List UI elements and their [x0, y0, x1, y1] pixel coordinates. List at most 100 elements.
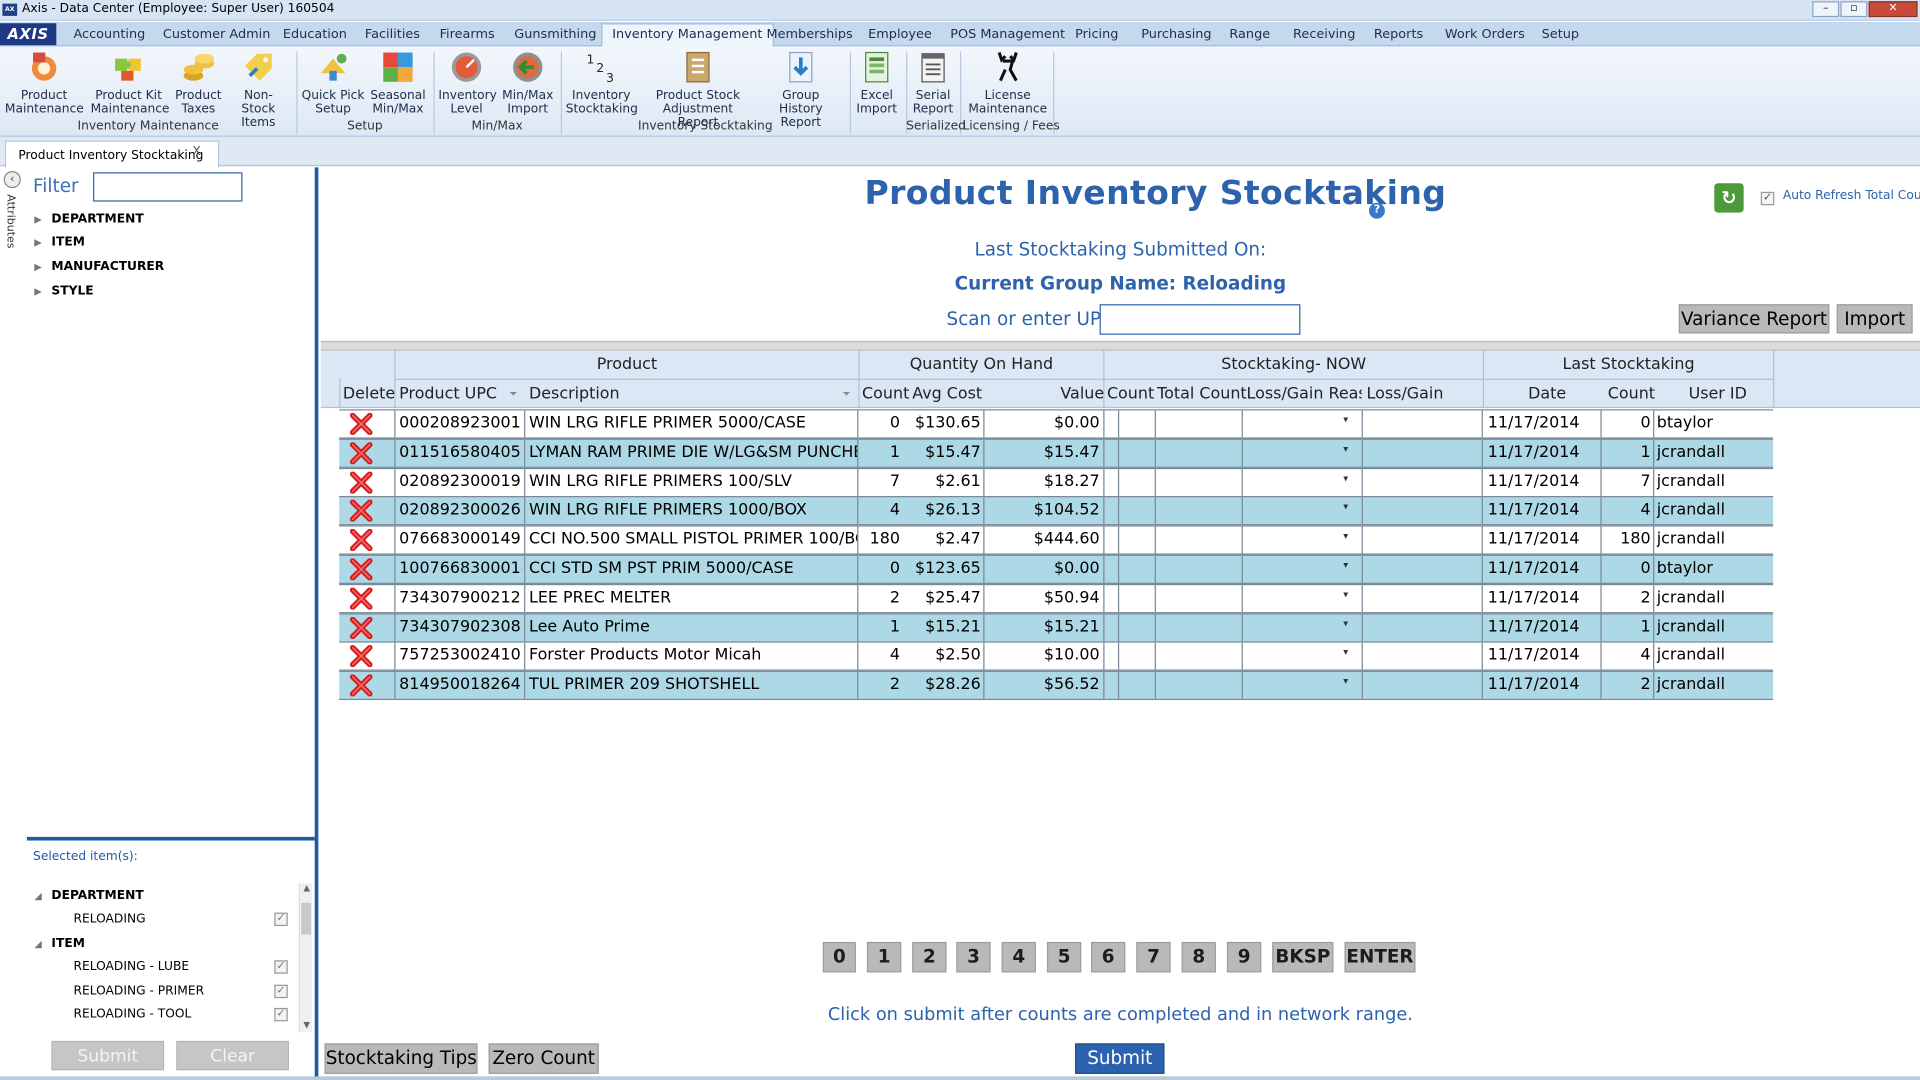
- count-input[interactable]: [1106, 414, 1153, 436]
- minimize-button[interactable]: –: [1812, 1, 1840, 18]
- menu-purchasing[interactable]: Purchasing: [1141, 27, 1211, 42]
- filter-input[interactable]: [93, 172, 243, 202]
- table-row[interactable]: 011516580405 LYMAN RAM PRIME DIE W/LG&SM …: [339, 438, 1774, 468]
- menu-memberships[interactable]: Memberships: [767, 27, 853, 42]
- count-input[interactable]: [1106, 560, 1153, 582]
- menu-reports[interactable]: Reports: [1374, 27, 1423, 42]
- quick-pick-setup-button[interactable]: Quick Pick Setup: [301, 49, 365, 116]
- clear-button[interactable]: Clear: [176, 1040, 289, 1071]
- menu-receiving[interactable]: Receiving: [1293, 27, 1355, 42]
- inventory-level-button[interactable]: Inventory Level: [438, 49, 497, 116]
- menu-firearms[interactable]: Firearms: [440, 27, 495, 42]
- col-loss-gain[interactable]: Loss/Gain: [1367, 385, 1444, 403]
- selected-group-department[interactable]: ◢ DEPARTMENT: [34, 889, 143, 902]
- reason-dropdown-icon[interactable]: ▾: [1343, 560, 1348, 571]
- key-7[interactable]: 7: [1136, 941, 1171, 973]
- col-qoh-count[interactable]: Count: [862, 385, 909, 403]
- key-enter[interactable]: ENTER: [1344, 941, 1416, 973]
- collapse-icon[interactable]: ◢: [34, 938, 51, 949]
- close-tab-icon[interactable]: X: [192, 145, 200, 158]
- minmax-import-button[interactable]: Min/Max Import: [500, 49, 556, 116]
- maximize-button[interactable]: ▫: [1840, 1, 1868, 18]
- key-4[interactable]: 4: [1001, 941, 1036, 973]
- delete-row-icon[interactable]: [349, 616, 373, 639]
- count-input[interactable]: [1106, 618, 1153, 640]
- delete-row-icon[interactable]: [349, 558, 373, 581]
- variance-report-button[interactable]: Variance Report: [1678, 304, 1830, 334]
- count-input[interactable]: [1106, 530, 1153, 552]
- seasonal-minmax-button[interactable]: Seasonal Min/Max: [370, 49, 426, 116]
- table-row[interactable]: 020892300026 WIN LRG RIFLE PRIMERS 1000/B…: [339, 496, 1774, 526]
- checkbox-reloading[interactable]: ✓: [274, 912, 288, 927]
- col-now-count[interactable]: Count: [1107, 385, 1154, 403]
- delete-row-icon[interactable]: [349, 442, 373, 465]
- import-button[interactable]: Import: [1836, 304, 1913, 334]
- key-1[interactable]: 1: [866, 941, 902, 973]
- product-stock-adjustment-report-button[interactable]: Product Stock Adjustment Report: [642, 49, 755, 130]
- filter-upc-icon[interactable]: ⏷: [509, 389, 517, 401]
- key-backspace[interactable]: BKSP: [1272, 941, 1334, 973]
- excel-import-button[interactable]: Excel Import: [855, 49, 899, 116]
- table-row[interactable]: 076683000149 CCI NO.500 SMALL PISTOL PRIM…: [339, 525, 1774, 555]
- col-description[interactable]: Description: [529, 385, 620, 403]
- group-history-report-button[interactable]: Group History Report: [759, 49, 842, 130]
- count-input[interactable]: [1106, 501, 1153, 523]
- reason-dropdown-icon[interactable]: ▾: [1343, 414, 1348, 425]
- menu-work-orders[interactable]: Work Orders: [1445, 27, 1525, 42]
- count-input[interactable]: [1106, 443, 1153, 465]
- col-last-count[interactable]: Count: [1608, 385, 1655, 403]
- col-product-upc[interactable]: Product UPC: [399, 385, 497, 403]
- left-submit-button[interactable]: Submit: [51, 1040, 165, 1071]
- col-value[interactable]: Value: [1060, 385, 1104, 403]
- collapse-icon[interactable]: ◢: [34, 891, 51, 902]
- scroll-up-icon[interactable]: ▲: [300, 883, 313, 895]
- key-9[interactable]: 9: [1226, 941, 1262, 973]
- count-input[interactable]: [1106, 589, 1153, 611]
- submit-button[interactable]: Submit: [1075, 1043, 1165, 1074]
- menu-pos-management[interactable]: POS Management: [950, 27, 1065, 42]
- menu-pricing[interactable]: Pricing: [1075, 27, 1118, 42]
- key-2[interactable]: 2: [912, 941, 947, 973]
- reason-dropdown-icon[interactable]: ▾: [1343, 676, 1348, 687]
- delete-row-icon[interactable]: [349, 500, 373, 523]
- refresh-icon[interactable]: ↻: [1714, 183, 1744, 213]
- key-3[interactable]: 3: [956, 941, 991, 973]
- reason-dropdown-icon[interactable]: ▾: [1343, 530, 1348, 541]
- help-icon[interactable]: ?: [1368, 202, 1385, 219]
- filter-description-icon[interactable]: ⏷: [842, 389, 850, 401]
- key-8[interactable]: 8: [1181, 941, 1216, 973]
- product-taxes-button[interactable]: Product Taxes: [174, 49, 223, 116]
- col-user-id[interactable]: User ID: [1689, 385, 1747, 403]
- table-row[interactable]: 00020892300156 WIN LRG RIFLE PRIMER 5000/…: [339, 409, 1774, 439]
- delete-row-icon[interactable]: [349, 471, 373, 494]
- table-row[interactable]: 734307900212 LEE PREC MELTER 2 $25.47 $50.94…: [339, 583, 1774, 614]
- reason-dropdown-icon[interactable]: ▾: [1343, 589, 1348, 600]
- delete-row-icon[interactable]: [349, 529, 373, 552]
- collapse-panel-icon[interactable]: ‹: [3, 171, 21, 189]
- table-row[interactable]: 10076683000146 CCI STD SM PST PRIM 5000/C…: [339, 554, 1774, 584]
- tab-product-inventory-stocktaking[interactable]: Product Inventory Stocktaking X: [4, 140, 220, 168]
- menu-setup[interactable]: Setup: [1542, 27, 1579, 42]
- delete-row-icon[interactable]: [349, 412, 373, 435]
- menu-accounting[interactable]: Accounting: [73, 27, 145, 42]
- menu-education[interactable]: Education: [283, 27, 347, 42]
- col-avg-cost[interactable]: Avg Cost: [912, 385, 982, 403]
- menu-facilities[interactable]: Facilities: [365, 27, 420, 42]
- table-row[interactable]: 757253002410 Forster Products Motor Micah…: [339, 641, 1774, 672]
- reason-dropdown-icon[interactable]: ▾: [1343, 618, 1348, 629]
- col-total-count[interactable]: Total Count: [1157, 385, 1247, 403]
- reason-dropdown-icon[interactable]: ▾: [1343, 647, 1348, 658]
- selected-group-item[interactable]: ◢ ITEM: [34, 937, 85, 950]
- count-input[interactable]: [1106, 472, 1153, 494]
- menu-range[interactable]: Range: [1229, 27, 1270, 42]
- count-input[interactable]: [1106, 647, 1153, 669]
- delete-row-icon[interactable]: [349, 587, 373, 610]
- checkbox-reloading-primer[interactable]: ✓: [274, 984, 288, 999]
- expand-icon[interactable]: ▶: [34, 261, 51, 272]
- delete-row-icon[interactable]: [349, 645, 373, 668]
- product-maintenance-button[interactable]: Product Maintenance: [5, 49, 84, 116]
- count-input[interactable]: [1106, 676, 1153, 698]
- table-row[interactable]: 814950018264 TUL PRIMER 209 SHOTSHELL 2 $28…: [339, 670, 1774, 701]
- menu-employee[interactable]: Employee: [868, 27, 932, 42]
- table-row[interactable]: 020892300019 WIN LRG RIFLE PRIMERS 100/SL…: [339, 467, 1774, 497]
